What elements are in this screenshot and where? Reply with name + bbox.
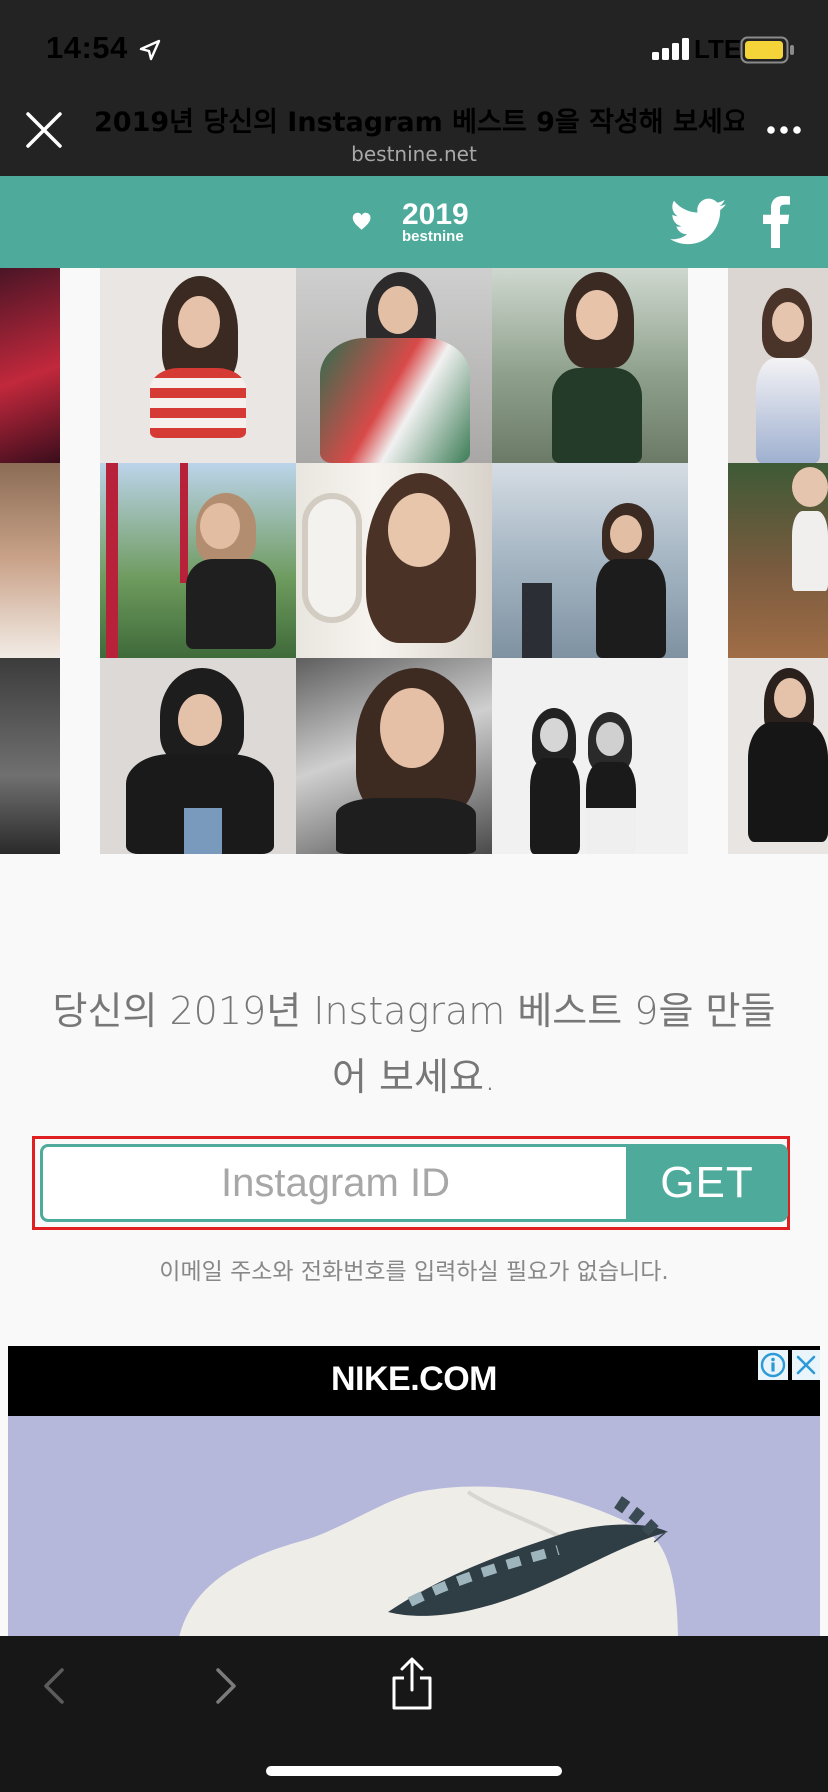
instagram-id-input[interactable] — [40, 1144, 628, 1222]
more-icon[interactable] — [766, 122, 802, 138]
prompt-line-2: 어 보세요. — [332, 1055, 496, 1099]
back-icon[interactable] — [38, 1664, 68, 1708]
prompt-line-1: 당신의 2019년 Instagram 베스트 9을 만들 — [52, 989, 776, 1033]
photo-tile — [728, 268, 828, 463]
share-icon[interactable] — [388, 1656, 436, 1712]
photo-tile — [492, 658, 688, 854]
photo-tile — [728, 463, 828, 658]
location-arrow-icon — [139, 39, 161, 61]
twitter-icon[interactable] — [670, 198, 726, 246]
signal-icon — [652, 38, 689, 60]
page-title: 2019년 당신의 Instagram 베스트 9을 작성해 보세요.... — [94, 107, 744, 138]
home-indicator — [266, 1766, 562, 1776]
status-time: 14:54 — [46, 30, 128, 65]
photo-tile — [0, 268, 60, 463]
logo-subtitle: bestnine — [402, 228, 464, 245]
photo-tile — [0, 658, 60, 854]
ad-brand: NIKE.COM — [331, 1360, 498, 1398]
page-domain: bestnine.net — [351, 142, 477, 166]
network-type: LTE — [694, 34, 742, 64]
logo-year: 2019 — [402, 198, 469, 231]
photo-tile — [296, 463, 492, 658]
photo-tile — [492, 463, 688, 658]
ad-close-icon[interactable] — [792, 1350, 820, 1380]
photo-tile — [100, 463, 296, 658]
browser-frame: 14:54 LTE 2019년 당신의 Instagram 베스트 9을 작성해… — [0, 0, 828, 1792]
get-button[interactable]: GET — [626, 1144, 788, 1222]
photo-tile — [0, 463, 60, 658]
photo-tile — [492, 268, 688, 463]
ad-info-icon[interactable] — [758, 1350, 788, 1380]
form-hint: 이메일 주소와 전화번호를 입력하실 필요가 없습니다. — [159, 1259, 669, 1285]
photo-tile — [100, 268, 296, 463]
battery-icon — [740, 36, 794, 64]
prompt-text: 당신의 2019년 Instagram 베스트 9을 만들 어 보세요. — [30, 978, 798, 1110]
facebook-icon[interactable] — [760, 196, 792, 248]
heart-logo-icon[interactable] — [352, 198, 402, 246]
ad-banner[interactable]: NIKE.COM — [8, 1346, 820, 1636]
photo-tile — [100, 658, 296, 854]
photo-tile — [728, 658, 828, 854]
photo-tile — [296, 658, 492, 854]
photo-tile — [296, 268, 492, 463]
photo-grid — [0, 268, 828, 854]
forward-icon[interactable] — [212, 1664, 242, 1708]
sneaker-image — [179, 1486, 678, 1636]
